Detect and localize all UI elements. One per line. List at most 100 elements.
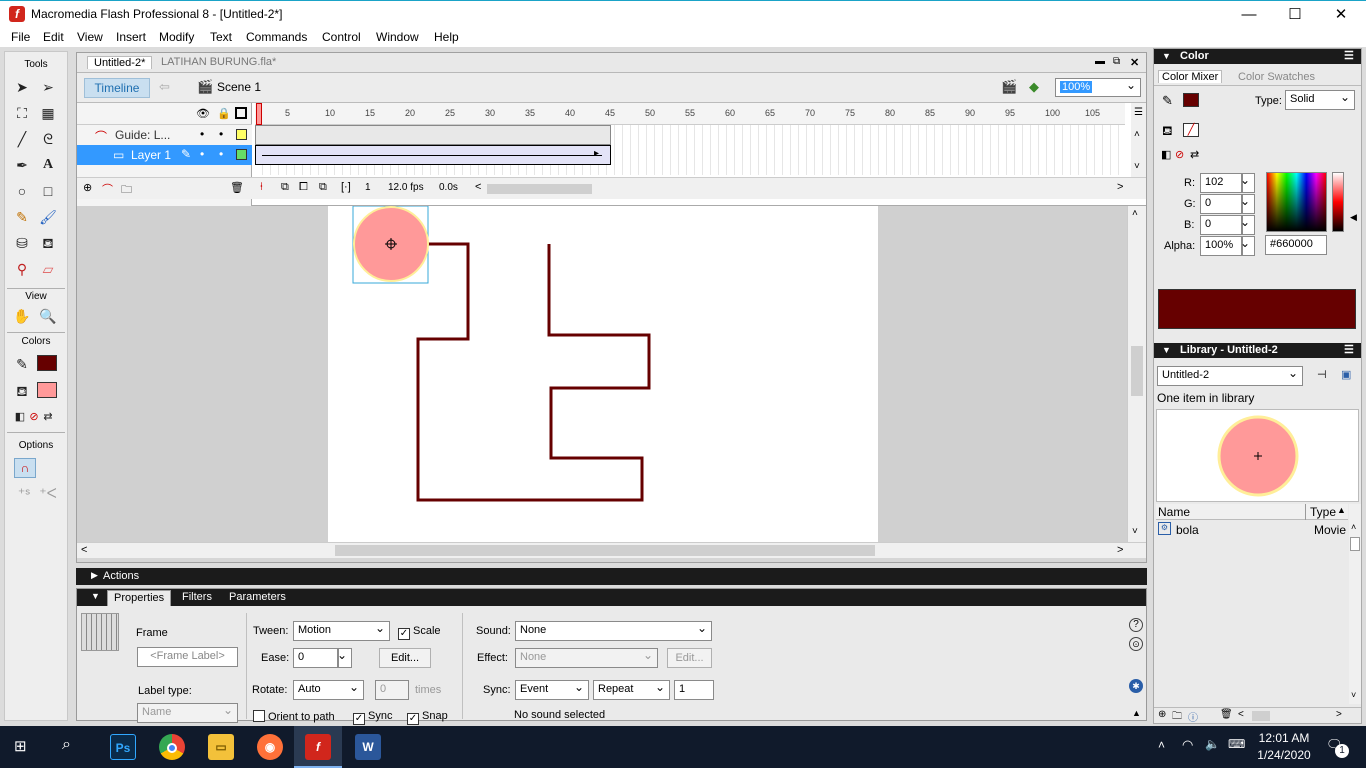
edit-symbol-icon[interactable]: ◆ <box>1029 79 1039 95</box>
layer-color-box[interactable] <box>236 129 247 140</box>
ink-bottle-icon[interactable]: ⛁ <box>13 234 31 252</box>
scroll-right-icon[interactable]: > <box>1336 709 1342 720</box>
line-tool-icon[interactable]: ╱ <box>13 130 31 148</box>
menu-commands[interactable]: Commands <box>246 30 307 44</box>
brush-tool-icon[interactable]: 🖌 <box>39 208 57 226</box>
hand-tool-icon[interactable]: ✋ <box>13 307 31 325</box>
panel-menu-icon[interactable]: ☰ <box>1344 343 1354 358</box>
snap-checkbox[interactable]: ✓ Snap <box>407 710 448 725</box>
windows-start-icon[interactable]: ⊞ <box>14 739 32 755</box>
sync-repeat-select[interactable]: Repeat <box>593 680 670 700</box>
snap-magnet-icon[interactable]: ∩ <box>14 458 36 478</box>
stage-vscroll[interactable]: ˄ ˅ <box>1127 206 1146 542</box>
properties-icon[interactable]: ⓘ <box>1188 709 1198 724</box>
vscroll-thumb[interactable] <box>1131 346 1143 396</box>
black-white-icon[interactable]: ◧ <box>1161 148 1171 161</box>
word-icon[interactable]: W <box>355 734 381 760</box>
sort-icon[interactable]: ▲ <box>1337 505 1346 515</box>
add-folder-icon[interactable]: 🗀 <box>121 181 132 200</box>
rotate-times-input[interactable]: 0 <box>375 680 409 700</box>
frame-grid[interactable]: ▸ <box>255 125 1125 175</box>
lock-icon[interactable]: 🔒 <box>217 107 231 120</box>
scroll-right-icon[interactable]: > <box>1117 544 1123 556</box>
hex-input[interactable]: #660000 <box>1265 235 1327 255</box>
maximize-button[interactable]: ☐ <box>1272 1 1318 28</box>
clock-time[interactable]: 12:01 AM <box>1254 731 1314 745</box>
new-library-icon[interactable]: ▣ <box>1341 368 1351 381</box>
menu-file[interactable]: File <box>11 30 30 44</box>
green-input[interactable]: 0 <box>1200 194 1242 214</box>
effect-edit-button[interactable]: Edit... <box>667 648 712 668</box>
zoom-combo[interactable]: 100% <box>1055 78 1141 97</box>
text-tool-icon[interactable]: A <box>39 156 57 174</box>
label-type-select[interactable]: Name <box>137 703 238 723</box>
ease-slider-toggle[interactable] <box>337 648 352 668</box>
green-slider-toggle[interactable] <box>1240 194 1255 214</box>
expand-icon[interactable]: ▶ <box>91 570 98 581</box>
fill-transform-icon[interactable]: ▦ <box>39 104 57 122</box>
red-input[interactable]: 102 <box>1200 173 1242 193</box>
scroll-left-icon[interactable]: < <box>1238 709 1244 720</box>
playhead[interactable] <box>256 103 262 125</box>
menu-control[interactable]: Control <box>322 30 361 44</box>
center-frame-icon[interactable]: ⍿ <box>260 181 263 194</box>
vscroll-thumb[interactable] <box>1350 537 1360 551</box>
stroke-color-swatch[interactable] <box>1183 93 1199 107</box>
tab-properties[interactable]: Properties <box>107 590 172 606</box>
stroke-color-icon[interactable]: ✎ <box>13 355 31 373</box>
edit-ease-button[interactable]: Edit... <box>379 648 431 668</box>
library-panel-header[interactable]: ▼ Library - Untitled-2 ☰ <box>1154 343 1361 358</box>
edit-scene-icon[interactable]: 🎬 <box>1001 79 1017 95</box>
layer-row-guide[interactable]: ⌒ Guide: L... • • <box>77 125 252 145</box>
chrome-icon[interactable] <box>159 734 185 760</box>
effect-select[interactable]: None <box>515 648 658 668</box>
scroll-down-icon[interactable]: ˅ <box>1134 161 1140 172</box>
menu-modify[interactable]: Modify <box>159 30 194 44</box>
edit-multiple-icon[interactable]: ⧉ <box>319 181 327 194</box>
doc-close-icon[interactable]: ✕ <box>1130 56 1139 69</box>
wifi-icon[interactable]: ◠ <box>1182 737 1193 753</box>
tab-untitled-2[interactable]: Untitled-2* <box>87 56 153 69</box>
minimize-button[interactable]: — <box>1226 1 1272 28</box>
back-arrow-icon[interactable]: ⇦ <box>159 79 170 95</box>
flash-icon[interactable]: f <box>305 734 331 760</box>
pen-tool-icon[interactable]: ✒ <box>13 156 31 174</box>
collapse-up-icon[interactable]: ▲ <box>1132 708 1141 718</box>
scale-checkbox[interactable]: ✓ Scale <box>398 625 441 640</box>
show-hidden-icons[interactable]: ˄ <box>1158 738 1165 752</box>
free-transform-icon[interactable]: ⛶ <box>13 104 31 122</box>
doc-restore-icon[interactable]: ⧉ <box>1113 56 1120 67</box>
subselect-tool-icon[interactable]: ➢ <box>39 78 57 96</box>
add-guide-icon[interactable]: ⌒ <box>102 181 113 197</box>
lasso-tool-icon[interactable]: ᘓ <box>39 130 57 148</box>
scroll-up-icon[interactable]: ˄ <box>1132 208 1138 219</box>
frame-label-input[interactable]: <Frame Label> <box>137 647 238 667</box>
layer-color-box[interactable] <box>236 149 247 160</box>
sync-event-select[interactable]: Event <box>515 680 589 700</box>
guide-frames[interactable] <box>255 125 611 145</box>
menu-insert[interactable]: Insert <box>116 30 146 44</box>
scroll-up-icon[interactable]: ˄ <box>1134 129 1140 140</box>
timeline-menu-icon[interactable]: ☰ <box>1134 107 1143 118</box>
stage[interactable] <box>328 206 878 542</box>
eye-icon[interactable]: 👁 <box>196 107 210 120</box>
tab-color-mixer[interactable]: Color Mixer <box>1158 70 1223 83</box>
scroll-up-icon[interactable]: ˄ <box>1351 522 1356 532</box>
fill-color-swatch[interactable] <box>37 382 57 398</box>
menu-view[interactable]: View <box>77 30 103 44</box>
search-icon[interactable]: ⌕ <box>62 736 71 754</box>
new-folder-icon[interactable]: 🗀 <box>1172 709 1182 726</box>
onion-outline-icon[interactable]: ⧠ <box>299 181 308 194</box>
photoshop-icon[interactable]: Ps <box>110 734 136 760</box>
col-name[interactable]: Name <box>1158 505 1190 519</box>
firefox-icon[interactable]: ◉ <box>257 734 283 760</box>
library-item-row[interactable]: ⚙ bola Movie <box>1156 521 1348 539</box>
menu-window[interactable]: Window <box>376 30 419 44</box>
accessibility-icon[interactable]: ✱ <box>1129 679 1143 693</box>
new-symbol-icon[interactable]: ⊕ <box>1158 709 1166 720</box>
ease-input[interactable]: 0 <box>293 648 338 668</box>
swap-colors-icon[interactable]: ⇄ <box>39 408 57 426</box>
delete-icon[interactable]: 🗑 <box>1220 709 1233 720</box>
timeline-scrollbar-thumb[interactable] <box>487 184 592 194</box>
tab-parameters[interactable]: Parameters <box>223 590 292 606</box>
